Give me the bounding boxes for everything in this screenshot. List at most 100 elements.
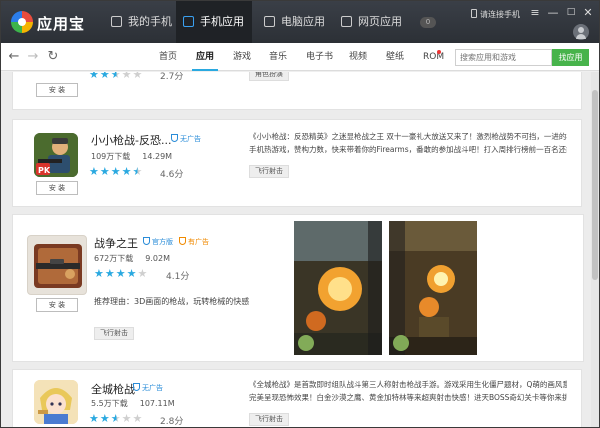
title-bar: 应用宝 我的手机 手机应用 电脑应用 网页应用 0 请连接手机 ≡ — □ ✕ <box>1 1 599 43</box>
app-title[interactable]: 小小枪战-反恐... <box>91 132 171 148</box>
badge-label: 有广告 <box>188 238 209 246</box>
rating-score: 4.1分 <box>166 272 190 282</box>
app-size: 107.11M <box>139 399 175 408</box>
shield-icon <box>143 237 150 245</box>
category-tag[interactable]: 飞行射击 <box>249 165 289 178</box>
tab-my-phone[interactable]: 我的手机 <box>104 1 174 43</box>
no-ads-badge: 无广告 <box>171 134 201 144</box>
maximize-button[interactable]: □ <box>564 7 578 17</box>
list-item: 全城枪战 无广告 5.5万下载 107.11M ★★★★★ 2.8分 《全城枪战》… <box>12 369 582 427</box>
app-description: 《全城枪战》是首款即时组队战斗第三人称射击枪战手游。游戏采用生化僵尸题材，Q萌的… <box>249 378 567 404</box>
shield-icon <box>133 383 140 391</box>
refresh-icon[interactable]: ↻ <box>46 50 60 64</box>
badge-label: 无广告 <box>180 135 201 143</box>
screenshot-thumbnail[interactable] <box>294 221 382 355</box>
app-size: 14.29M <box>142 152 173 161</box>
category-wallpaper[interactable]: 壁纸 <box>386 43 404 71</box>
download-count: 5.5万下载 <box>91 399 128 408</box>
app-title[interactable]: 全城枪战 <box>91 381 135 397</box>
install-button[interactable]: 安 装 <box>36 298 78 312</box>
rating-score: 2.8分 <box>160 417 184 427</box>
new-dot-badge <box>437 50 441 54</box>
app-store-icon <box>183 16 194 27</box>
category-ebooks[interactable]: 电子书 <box>306 43 333 71</box>
has-ads-badge: 有广告 <box>179 237 209 247</box>
soldier-icon: PK <box>34 133 78 177</box>
description-line: 完美呈现恐怖效果！白金沙漠之鹰、黄金加特林等来超爽射击快感！进天BOSS奇幻关卡… <box>249 393 567 402</box>
web-icon <box>341 16 352 27</box>
tab-pc-apps[interactable]: 电脑应用 <box>257 1 331 43</box>
description-line: 《小小枪战：反恐精英》之迷显枪战之王 双十一豪礼大放送又来了！激烈枪战势不可挡，… <box>249 132 567 141</box>
app-meta: 672万下载 9.02M <box>94 253 170 264</box>
app-list: ★★★★★ 2.7分 角色扮演 安 装 PK 小小枪战-反恐... 无广告 10 <box>1 72 591 427</box>
tab-label: 手机应用 <box>200 15 244 28</box>
minimize-button[interactable]: — <box>546 6 560 19</box>
app-icon[interactable] <box>34 380 78 424</box>
search-input[interactable] <box>455 49 552 66</box>
monitor-icon <box>264 16 275 27</box>
tab-mobile-apps[interactable]: 手机应用 <box>176 1 252 43</box>
category-tag[interactable]: 飞行射击 <box>249 413 289 426</box>
category-games[interactable]: 游戏 <box>233 43 251 71</box>
install-button[interactable]: 安 装 <box>36 83 78 97</box>
close-button[interactable]: ✕ <box>581 6 595 19</box>
rating-stars: ★★★★★ <box>89 165 144 178</box>
no-ads-badge: 无广告 <box>133 383 163 393</box>
app-window: 应用宝 我的手机 手机应用 电脑应用 网页应用 0 请连接手机 ≡ — □ ✕ … <box>0 0 600 428</box>
connect-phone-link[interactable]: 请连接手机 <box>471 9 520 20</box>
scrollbar-thumb[interactable] <box>592 90 598 280</box>
description-line: 手机热游戏，赞构力数，快来带着你的Firearms，番敢的参加战斗吧！打入周排行… <box>249 145 567 154</box>
rating-stars: ★★★★★ <box>89 412 144 425</box>
search-button[interactable]: 找应用 <box>552 49 589 66</box>
app-size: 9.02M <box>145 254 170 263</box>
phone-small-icon <box>471 9 477 18</box>
screenshot-thumbnail[interactable] <box>389 221 477 355</box>
category-toolbar: ← → ↻ 首页 应用 游戏 音乐 电子书 视频 壁纸 ROM 找应用 <box>1 43 599 71</box>
install-button[interactable]: 安 装 <box>36 181 78 195</box>
rating-stars: ★★★★★ <box>89 72 143 81</box>
category-tag[interactable]: 角色扮演 <box>249 72 289 81</box>
app-icon[interactable] <box>27 235 87 295</box>
shield-icon <box>171 134 178 142</box>
scrollbar-track[interactable] <box>591 72 599 427</box>
official-badge: 官方版 <box>143 237 173 247</box>
app-description: 《小小枪战：反恐精英》之迷显枪战之王 双十一豪礼大放送又来了！激烈枪战势不可挡，… <box>249 130 567 156</box>
tab-label: 网页应用 <box>358 15 402 28</box>
connect-phone-label: 请连接手机 <box>480 10 520 19</box>
list-item: PK 小小枪战-反恐... 无广告 109万下载 14.29M ★★★★★ 4.6… <box>12 119 582 207</box>
category-apps[interactable]: 应用 <box>191 43 219 71</box>
category-music[interactable]: 音乐 <box>269 43 287 71</box>
category-home[interactable]: 首页 <box>159 43 177 71</box>
category-video[interactable]: 视频 <box>349 43 367 71</box>
category-rom[interactable]: ROM <box>423 43 444 71</box>
svg-text:PK: PK <box>38 166 51 175</box>
description-line: 《全城枪战》是首款即时组队战斗第三人称射击枪战手游。游戏采用生化僵尸题材，Q萌的… <box>249 380 567 389</box>
app-logo-icon <box>11 11 33 33</box>
rating-score: 4.6分 <box>160 170 184 180</box>
sniper-icon <box>34 244 82 288</box>
tab-label: 我的手机 <box>128 15 172 28</box>
featured-app-card: 安 装 战争之王 官方版 有广告 672万下载 9.02M ★★★★★ 4.1分 … <box>12 214 584 362</box>
app-meta: 109万下载 14.29M <box>91 151 172 162</box>
download-count: 672万下载 <box>94 254 134 263</box>
category-tag[interactable]: 飞行射击 <box>94 327 134 340</box>
download-count: 109万下载 <box>91 152 131 161</box>
message-count-badge[interactable]: 0 <box>420 17 436 28</box>
app-meta: 5.5万下载 107.11M <box>91 398 175 409</box>
back-arrow-icon[interactable]: ← <box>7 50 21 64</box>
tab-label: 电脑应用 <box>281 15 325 28</box>
tab-web-apps[interactable]: 网页应用 <box>334 1 410 43</box>
rating-stars: ★★★★★ <box>94 267 149 280</box>
app-icon[interactable]: PK <box>34 133 78 177</box>
app-title[interactable]: 战争之王 <box>94 235 138 251</box>
menu-button[interactable]: ≡ <box>528 6 542 19</box>
app-name: 应用宝 <box>37 15 86 33</box>
list-item: ★★★★★ 2.7分 角色扮演 安 装 <box>12 72 582 110</box>
game-screenshot-2 <box>389 221 477 355</box>
anime-hero-icon <box>34 380 78 424</box>
badge-label: 无广告 <box>142 384 163 392</box>
forward-arrow-icon[interactable]: → <box>26 50 40 64</box>
phone-icon <box>111 16 122 27</box>
rating-score: 2.7分 <box>160 72 184 82</box>
user-avatar-icon[interactable] <box>573 24 589 40</box>
